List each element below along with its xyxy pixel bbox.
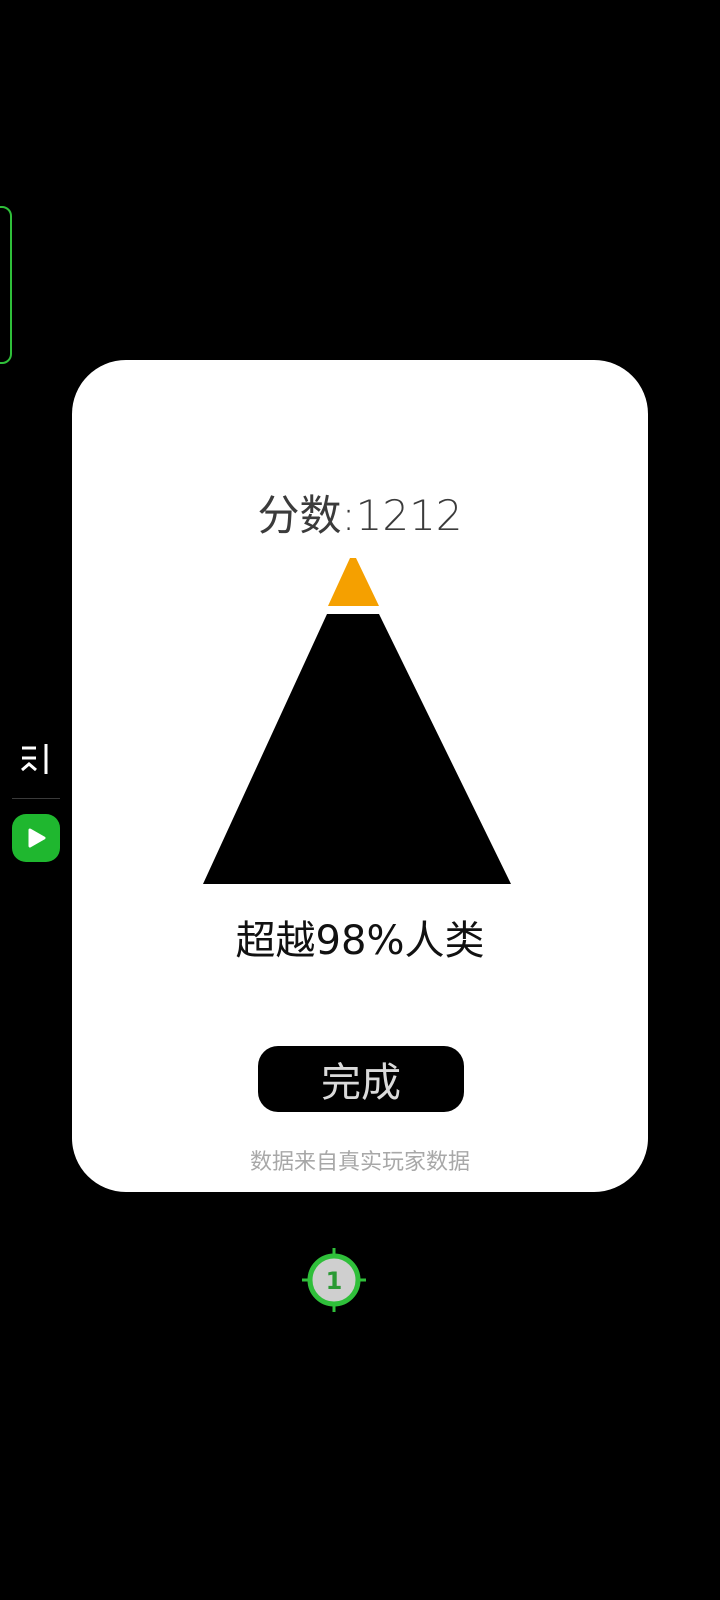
play-icon	[28, 828, 46, 848]
percentile-label: 超越98%人类	[235, 918, 485, 964]
done-button[interactable]: 完成	[258, 1046, 464, 1112]
play-button[interactable]	[12, 814, 60, 862]
collapse-menu-icon[interactable]	[18, 740, 54, 780]
pyramid-base-segment	[203, 614, 511, 884]
touch-marker-label: 1	[326, 1267, 343, 1295]
result-card: 分数:1212 超越98%人类 完成 数据来自真实玩家数据	[72, 360, 648, 1192]
touch-marker: 1	[302, 1248, 366, 1312]
data-source-note: 数据来自真实玩家数据	[249, 1150, 470, 1175]
side-drawer-tab[interactable]	[0, 206, 12, 364]
side-menu-divider	[12, 798, 60, 799]
pyramid-top-segment	[328, 558, 379, 606]
score-label: 分数:1212	[257, 491, 463, 540]
rank-pyramid	[203, 558, 511, 884]
side-menu	[12, 740, 60, 862]
